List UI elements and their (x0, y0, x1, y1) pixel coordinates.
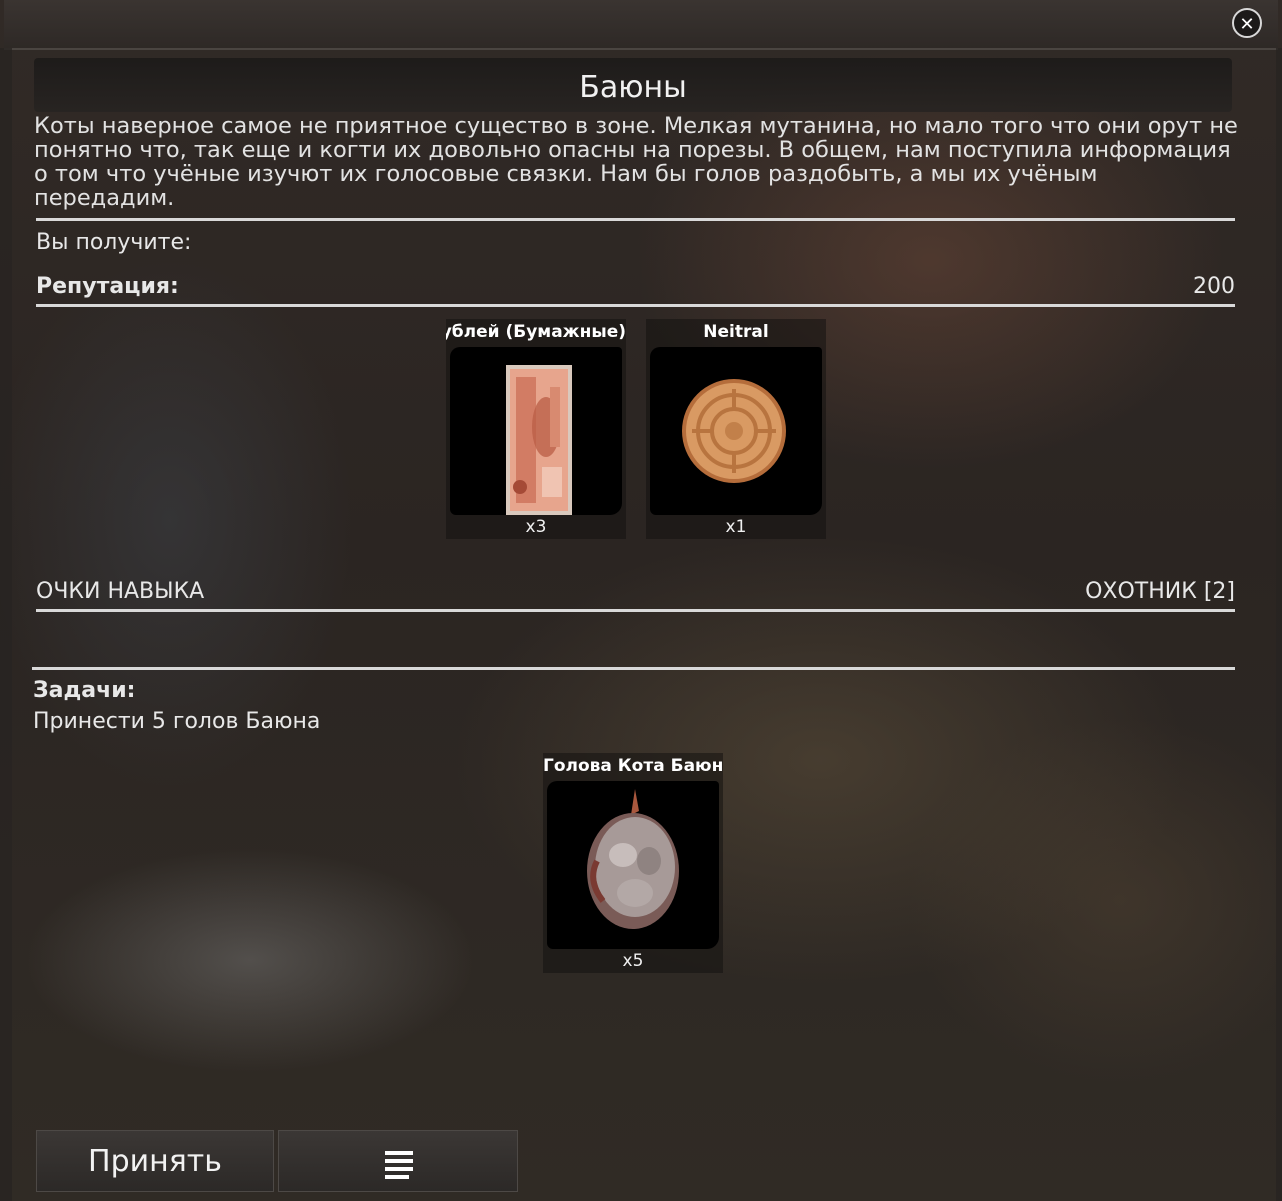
cat-head-icon (587, 789, 679, 929)
item-quantity: x1 (725, 517, 747, 537)
divider (36, 609, 1235, 612)
task-description: Принести 5 голов Баюна (33, 709, 321, 734)
item-name: 5000 Рублей (Бумажные) (446, 322, 626, 342)
item-quantity: x5 (622, 951, 644, 971)
accept-button[interactable]: Принять (36, 1130, 274, 1192)
task-item-slot[interactable]: Голова Кота Баюна x5 (543, 753, 723, 973)
quest-description: Коты наверное самое не приятное существо… (34, 113, 1238, 211)
window-right-edge (1276, 48, 1282, 1201)
item-quantity: x3 (525, 517, 547, 537)
divider (36, 304, 1235, 307)
tasks-heading: Задачи: (33, 678, 136, 703)
banknote-icon (506, 365, 572, 515)
divider (36, 218, 1235, 221)
rewards-heading: Вы получите: (36, 230, 192, 255)
reward-item-slot[interactable]: 5000 Рублей (Бумажные) x3 (446, 319, 626, 539)
reward-item-slot[interactable]: Neitral x1 (646, 319, 826, 539)
faction-coin-icon (682, 379, 786, 483)
divider (32, 667, 1235, 670)
item-icon-frame (650, 347, 822, 515)
menu-button[interactable] (278, 1130, 518, 1192)
item-name: Neitral (703, 322, 769, 342)
skill-points-value: ОХОТНИК [2] (1085, 579, 1235, 604)
item-icon-frame (450, 347, 622, 515)
quest-title: Баюны (34, 58, 1232, 112)
item-name: Голова Кота Баюна (543, 756, 723, 776)
close-icon: ✕ (1239, 14, 1255, 35)
skill-points-label: ОЧКИ НАВЫКА (36, 579, 205, 604)
item-icon-frame (547, 781, 719, 949)
window-left-edge (0, 48, 12, 1201)
reputation-value: 200 (1193, 274, 1235, 299)
window-top-bar (4, 0, 1278, 50)
close-button[interactable]: ✕ (1232, 8, 1262, 38)
menu-icon (385, 1151, 413, 1179)
reputation-label: Репутация: (36, 274, 179, 299)
